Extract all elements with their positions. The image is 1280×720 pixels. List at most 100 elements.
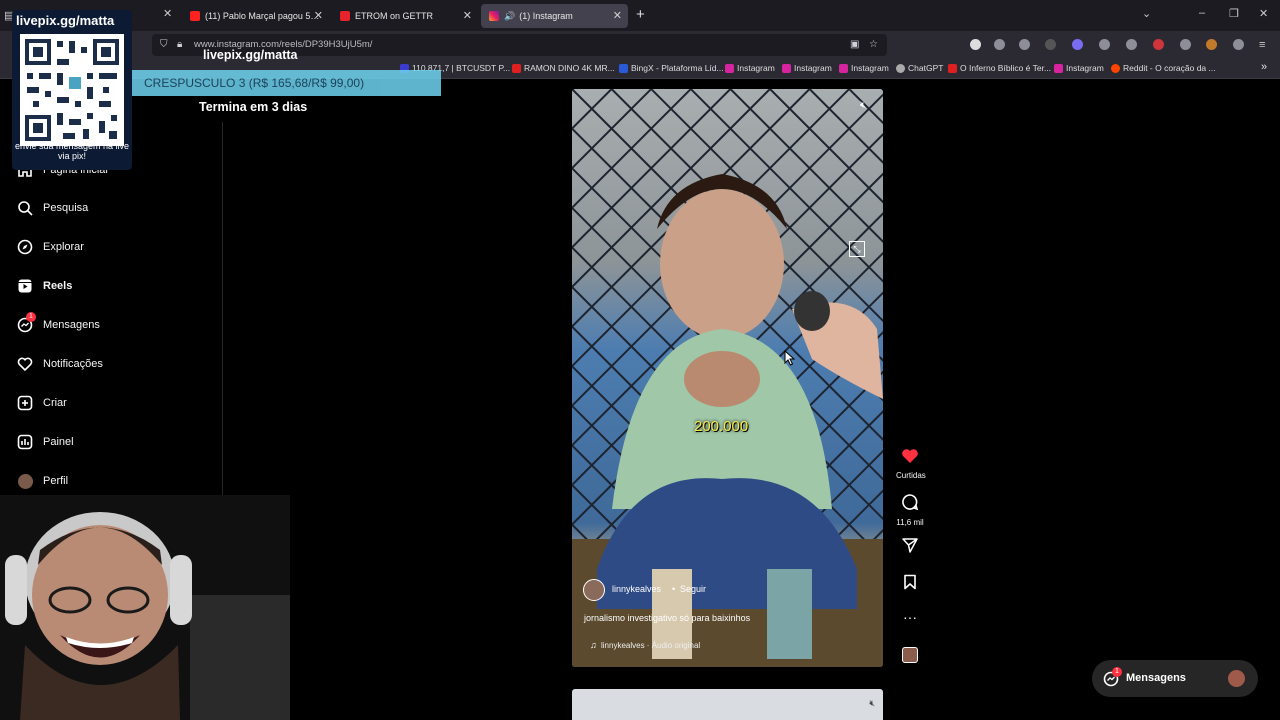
tab-close-icon[interactable]: ✕ xyxy=(163,7,172,20)
avatar xyxy=(16,472,34,490)
extension-icon[interactable] xyxy=(1099,39,1110,50)
compass-icon xyxy=(16,238,34,256)
bookmark-item[interactable]: ChatGPT xyxy=(896,63,943,73)
reel-username[interactable]: linnykealves xyxy=(612,584,661,594)
tab-close-icon[interactable]: ✕ xyxy=(314,9,323,22)
sidebar-item-label: Notificações xyxy=(43,358,103,370)
comment-button[interactable]: 11,6 mil xyxy=(896,493,924,527)
restore-icon[interactable]: ❐ xyxy=(1229,7,1239,20)
notification-badge: 1 xyxy=(1112,667,1122,677)
reddit-icon xyxy=(1111,63,1120,73)
streamer-image xyxy=(0,495,290,720)
shield-icon[interactable]: ⛉ xyxy=(160,39,168,50)
notification-badge: 1 xyxy=(26,312,36,322)
dashboard-icon xyxy=(16,433,34,451)
tab-list-icon[interactable]: ⌄ xyxy=(1142,7,1151,20)
separator-dot: • xyxy=(672,584,676,594)
extension-icon[interactable] xyxy=(1206,39,1217,50)
tab-label: ETROM on GETTR xyxy=(355,11,434,21)
sidebar-item-messages[interactable]: 1 Mensagens xyxy=(16,312,100,335)
mute-icon[interactable]: 🔇︎ xyxy=(860,100,866,111)
tab-youtube[interactable]: (11) Pablo Marçal pagou 5 mil e ✕ xyxy=(182,4,329,28)
bookmark-label: Instagram xyxy=(794,63,832,73)
reel-caption-overlay: 200.000 xyxy=(694,418,749,435)
sidebar-item-search[interactable]: Pesquisa xyxy=(16,198,88,218)
bookmark-item[interactable]: Instagram xyxy=(725,63,775,73)
lock-icon[interactable]: 🔒︎ xyxy=(177,39,182,50)
avatar[interactable] xyxy=(583,579,605,601)
sidebar-item-label: Perfil xyxy=(43,475,69,487)
extension-icon[interactable] xyxy=(1126,39,1137,50)
tab-label: (11) Pablo Marçal pagou 5 mil e xyxy=(205,11,321,21)
reel-video[interactable] xyxy=(572,89,883,667)
reader-view-icon[interactable]: ▣ xyxy=(850,39,859,50)
account-icon[interactable] xyxy=(1233,39,1244,50)
webcam-overlay xyxy=(0,495,290,720)
sidebar-item-dashboard[interactable]: Painel xyxy=(16,432,74,452)
save-button[interactable] xyxy=(896,574,924,595)
close-window-icon[interactable]: ✕ xyxy=(1259,7,1268,20)
tab-close-icon[interactable]: ✕ xyxy=(463,9,472,22)
tab-gettr[interactable]: ETROM on GETTR ✕ xyxy=(332,4,478,28)
mute-icon[interactable]: 🔇︎ xyxy=(869,698,875,709)
next-reel-preview[interactable]: 🔇︎ xyxy=(572,689,883,720)
bookmark-item[interactable]: Instagram xyxy=(1054,63,1104,73)
bookmark-label: Instagram xyxy=(1066,63,1104,73)
extension-icon[interactable] xyxy=(1045,39,1056,50)
minimize-icon[interactable]: – xyxy=(1199,7,1205,19)
sidebar-item-label: Criar xyxy=(43,397,67,409)
heart-icon xyxy=(902,449,918,463)
reel-audio-label[interactable]: linnykealves · Áudio original xyxy=(601,641,700,650)
reels-icon xyxy=(16,277,34,295)
extension-icon[interactable] xyxy=(1153,39,1164,50)
bookmark-item[interactable]: RAMON DINO 4K MR... xyxy=(512,63,615,73)
plus-square-icon xyxy=(16,394,34,412)
more-options-icon[interactable]: ··· xyxy=(896,609,924,625)
bookmark-item[interactable]: BingX - Plataforma Líd... xyxy=(619,63,724,73)
instagram-icon xyxy=(725,63,734,73)
bookmark-icon xyxy=(904,574,916,590)
sidebar-item-label: Pesquisa xyxy=(43,202,89,214)
speaker-icon[interactable]: 🔊 xyxy=(504,11,515,22)
bookmark-label: ChatGPT xyxy=(908,63,944,73)
browser-tab-bar: ▤ ✕ (11) Pablo Marçal pagou 5 mil e ✕ ET… xyxy=(0,0,1280,31)
like-button[interactable]: Curtidas xyxy=(896,448,926,480)
share-button[interactable] xyxy=(896,537,924,558)
bookmark-item[interactable]: O Inferno Bíblico é Ter... xyxy=(948,63,1051,73)
bookmark-label: BingX - Plataforma Líd... xyxy=(631,63,724,73)
comments-count: 11,6 mil xyxy=(896,518,924,527)
extension-icon[interactable] xyxy=(1072,39,1083,50)
bookmark-item[interactable]: Instagram xyxy=(782,63,832,73)
sidebar-item-profile[interactable]: Perfil xyxy=(16,471,68,491)
sidebar-item-reels[interactable]: Reels xyxy=(16,276,72,296)
bookmark-label: O Inferno Bíblico é Ter... xyxy=(960,63,1052,73)
tab-instagram[interactable]: 🔊 (1) Instagram ✕ xyxy=(481,4,628,28)
reel-description[interactable]: jornalismo investigativo só para baixinh… xyxy=(584,613,750,623)
instagram-icon xyxy=(782,63,791,73)
bookmark-item[interactable]: Instagram xyxy=(839,63,889,73)
more-bookmarks-icon[interactable]: » xyxy=(1261,61,1267,73)
bookmark-item[interactable]: Reddit - O coração da ... xyxy=(1111,63,1216,73)
avatar xyxy=(902,647,918,663)
messages-pill-button[interactable]: 1 Mensagens xyxy=(1092,660,1258,697)
google-icon[interactable] xyxy=(970,39,981,50)
new-tab-button[interactable]: + xyxy=(636,6,645,23)
tab-close-icon[interactable]: ✕ xyxy=(613,9,622,22)
bookmark-label: Instagram xyxy=(737,63,775,73)
sidebar-item-create[interactable]: Criar xyxy=(16,393,67,413)
audio-avatar[interactable] xyxy=(896,647,924,668)
follow-button[interactable]: Seguir xyxy=(680,584,706,594)
instagram-icon xyxy=(1054,63,1063,73)
expand-icon[interactable]: ⤡ xyxy=(849,241,865,257)
extension-icon[interactable] xyxy=(1019,39,1030,50)
extension-icon[interactable] xyxy=(994,39,1005,50)
sidebar-item-explore[interactable]: Explorar xyxy=(16,237,84,257)
youtube-icon xyxy=(512,63,521,73)
extension-icon[interactable] xyxy=(1180,39,1191,50)
hamburger-menu-icon[interactable]: ≡ xyxy=(1259,39,1265,51)
goal-label: CRESPUSCULO 3 (R$ 165,68/R$ 99,00) xyxy=(144,76,365,90)
youtube-icon xyxy=(948,63,957,73)
bookmark-star-icon[interactable]: ☆ xyxy=(869,39,878,50)
bookmark-label: Reddit - O coração da ... xyxy=(1123,63,1216,73)
sidebar-item-notifications[interactable]: Notificações xyxy=(16,354,103,374)
